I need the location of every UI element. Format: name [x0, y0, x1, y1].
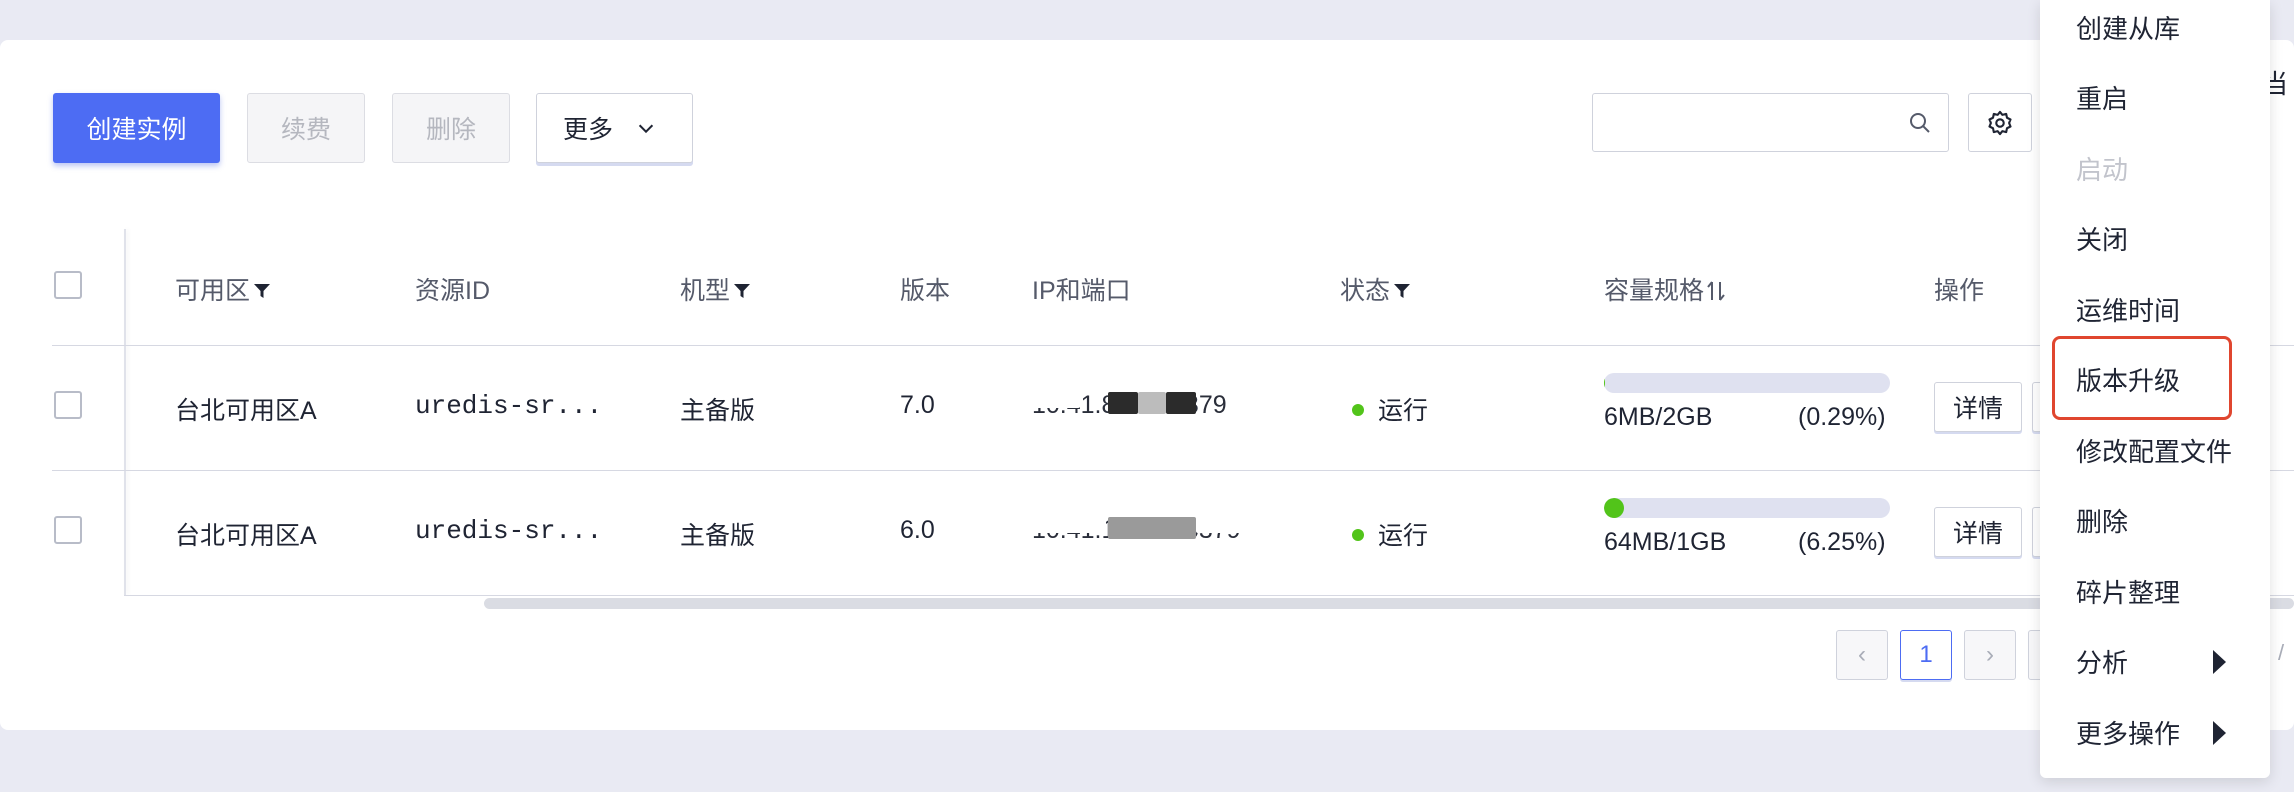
capacity-percent: (0.29%)	[1798, 403, 1886, 431]
ip-redaction	[1138, 392, 1166, 414]
capacity-used: 64MB/1GB	[1604, 528, 1727, 556]
menu-item-label: 碎片整理	[2076, 577, 2181, 608]
filter-icon[interactable]	[732, 281, 752, 301]
more-actions-menu: 创建从库 重启 启动 关闭 运维时间 版本升级 修改配置文件 删除 碎片整理 分…	[2040, 0, 2270, 778]
cell-version: 7.0	[900, 391, 935, 419]
row-checkbox[interactable]	[54, 516, 82, 544]
ip-redaction	[1166, 392, 1196, 414]
caret-right-icon	[2213, 721, 2226, 745]
cell-zone: 台北可用区A	[175, 522, 317, 550]
search-box[interactable]	[1592, 93, 1949, 152]
menu-item-shutdown[interactable]: 关闭	[2040, 203, 2270, 273]
page-1-button[interactable]: 1	[1900, 630, 1952, 680]
status-running-dot	[1352, 529, 1364, 541]
header-ip-port: IP和端口	[1032, 277, 1131, 305]
menu-item-defragment[interactable]: 碎片整理	[2040, 556, 2270, 626]
create-instance-button[interactable]: 创建实例	[53, 93, 220, 163]
filter-icon[interactable]	[252, 281, 272, 301]
menu-item-label: 启动	[2076, 154, 2129, 185]
menu-item-label: 删除	[2076, 506, 2129, 537]
header-capacity-label: 容量规格	[1604, 277, 1705, 305]
header-version: 版本	[900, 277, 951, 305]
ip-redaction	[1108, 392, 1138, 414]
search-icon[interactable]	[1908, 111, 1932, 135]
detail-button[interactable]: 详情	[1934, 382, 2022, 432]
menu-item-label: 版本升级	[2076, 365, 2181, 396]
menu-item-maintenance-window[interactable]: 运维时间	[2040, 274, 2270, 344]
menu-item-edit-config[interactable]: 修改配置文件	[2040, 415, 2270, 485]
ip-redaction	[1030, 511, 1106, 533]
status-label: 运行	[1378, 397, 1429, 425]
row-checkbox[interactable]	[54, 391, 82, 419]
cell-resource-id[interactable]: uredis-sr...	[415, 516, 602, 546]
status-running-dot	[1352, 404, 1364, 416]
header-actions: 操作	[1934, 277, 1985, 305]
next-page-button[interactable]: ›	[1964, 630, 2016, 680]
menu-item-label: 重启	[2076, 83, 2129, 114]
search-input[interactable]	[1603, 102, 1883, 142]
prev-page-button[interactable]: ‹	[1836, 630, 1888, 680]
horizontal-scrollbar[interactable]	[484, 598, 2294, 609]
capacity-fill	[1604, 498, 1624, 518]
capacity-bar	[1604, 373, 1890, 393]
cell-resource-id[interactable]: uredis-sr...	[415, 391, 602, 421]
header-status[interactable]: 状态	[1340, 271, 1412, 307]
menu-item-restart[interactable]: 重启	[2040, 62, 2270, 132]
capacity-percent: (6.25%)	[1798, 528, 1886, 556]
menu-item-label: 运维时间	[2076, 295, 2181, 326]
cell-zone: 台北可用区A	[175, 397, 317, 425]
capacity-bar	[1604, 498, 1890, 518]
menu-item-start: 启动	[2040, 133, 2270, 203]
more-label: 更多	[563, 116, 614, 144]
ip-redaction	[1108, 517, 1196, 539]
gear-icon	[1988, 110, 2012, 135]
more-dropdown-button[interactable]: 更多	[536, 93, 693, 163]
header-model[interactable]: 机型	[680, 271, 752, 307]
table-row: 台北可用区A uredis-sr... 主备版 7.0 10.41.84.59.…	[0, 346, 2294, 470]
header-zone[interactable]: 可用区	[175, 271, 272, 307]
cell-status: 运行	[1352, 516, 1428, 552]
menu-item-label: 创建从库	[2076, 13, 2181, 44]
detail-button[interactable]: 详情	[1934, 507, 2022, 557]
pagination-total: /	[2278, 640, 2285, 665]
menu-item-label: 更多操作	[2076, 718, 2181, 749]
select-all-checkbox[interactable]	[54, 271, 82, 299]
header-resource-id: 资源ID	[415, 277, 491, 305]
menu-item-analyze[interactable]: 分析	[2040, 626, 2270, 696]
menu-item-delete[interactable]: 删除	[2040, 485, 2270, 555]
menu-item-version-upgrade[interactable]: 版本升级	[2040, 344, 2270, 414]
renew-button[interactable]: 续费	[247, 93, 365, 163]
capacity-fill	[1604, 373, 1605, 393]
sort-icon[interactable]	[1706, 280, 1726, 302]
capacity-used: 6MB/2GB	[1604, 403, 1713, 431]
menu-item-label: 修改配置文件	[2076, 436, 2233, 467]
status-label: 运行	[1378, 522, 1429, 550]
filter-icon[interactable]	[1392, 281, 1412, 301]
ip-redaction	[1196, 511, 1256, 533]
cell-status: 运行	[1352, 391, 1428, 427]
menu-item-more-operations[interactable]: 更多操作	[2040, 697, 2270, 767]
header-status-label: 状态	[1340, 277, 1391, 305]
table-header: 可用区 资源ID 机型 版本 IP和端口 状态 容量规格 操作	[0, 229, 2294, 345]
cell-model: 主备版	[680, 397, 756, 425]
table-row: 台北可用区A uredis-sr... 主备版 6.0 10.41.12.222…	[0, 471, 2294, 595]
chevron-down-icon	[638, 124, 654, 134]
cell-version: 6.0	[900, 516, 935, 544]
caret-right-icon	[2213, 650, 2226, 674]
cell-model: 主备版	[680, 522, 756, 550]
header-model-label: 机型	[680, 277, 731, 305]
row-divider	[124, 595, 2294, 596]
ip-redaction	[1030, 386, 1080, 408]
settings-button[interactable]	[1968, 93, 2032, 152]
delete-button[interactable]: 删除	[392, 93, 510, 163]
menu-item-create-replica[interactable]: 创建从库	[2040, 0, 2270, 62]
header-zone-label: 可用区	[175, 277, 251, 305]
menu-item-label: 关闭	[2076, 224, 2129, 255]
menu-item-label: 分析	[2076, 647, 2129, 678]
header-capacity[interactable]: 容量规格	[1604, 271, 1726, 307]
